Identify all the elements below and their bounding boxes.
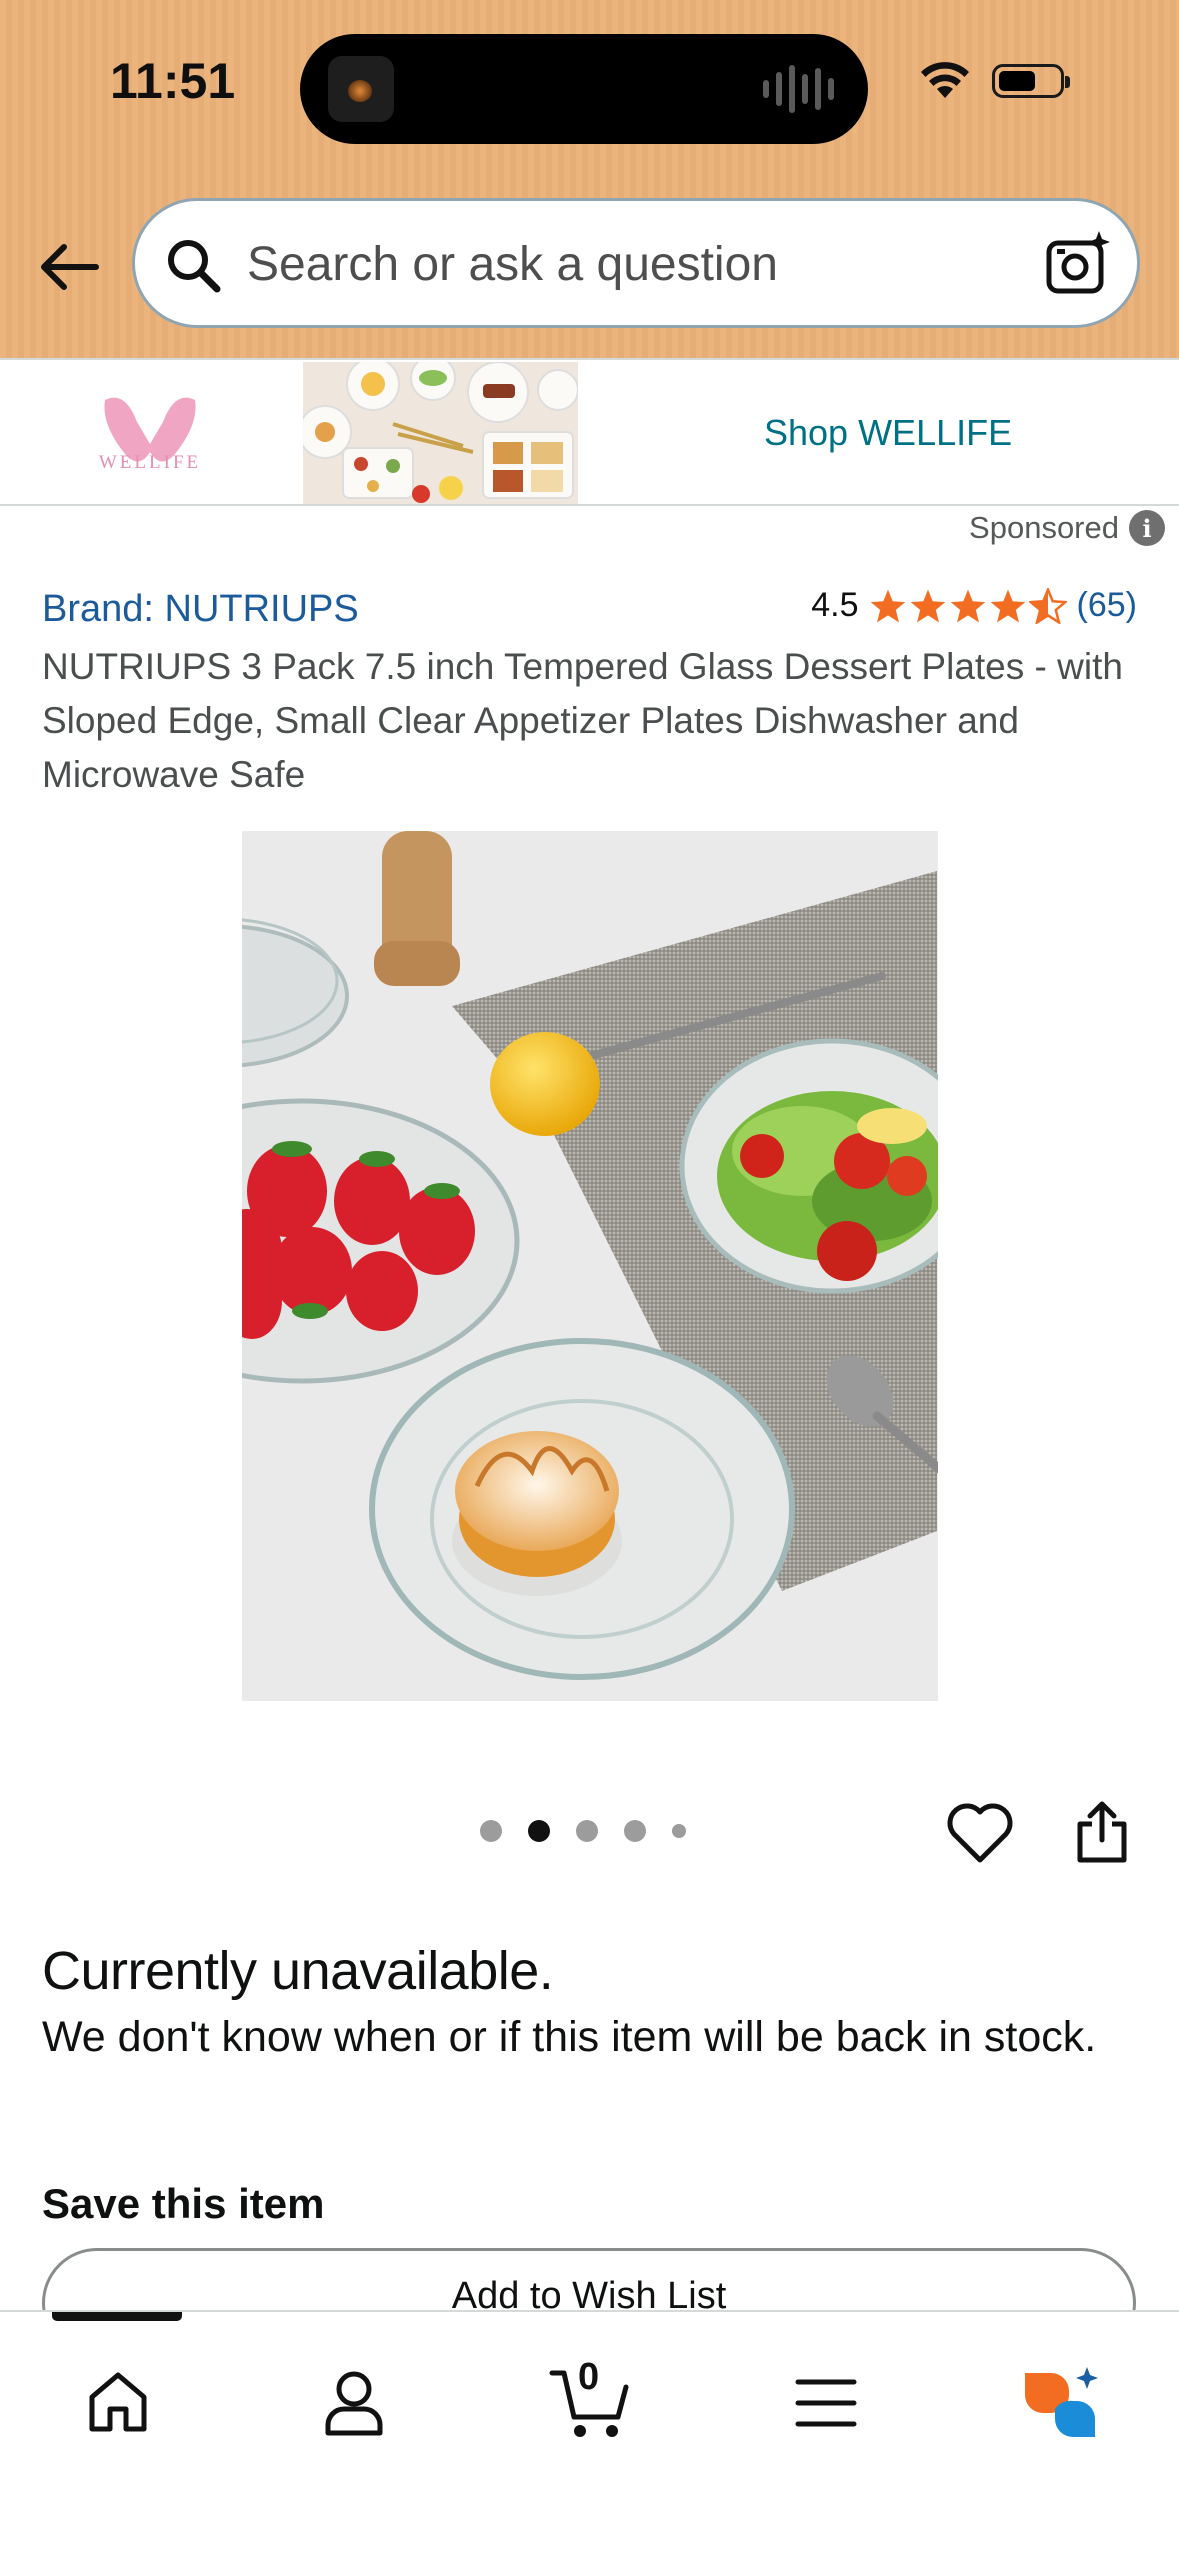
live-activity-thumbnail — [328, 56, 394, 122]
dynamic-island — [300, 34, 868, 144]
cart-count-badge: 0 — [578, 2356, 600, 2398]
tab-account[interactable] — [294, 2348, 414, 2458]
sponsored-label[interactable]: Sponsored i — [969, 510, 1165, 546]
image-carousel-indicator[interactable] — [480, 1820, 686, 1842]
menu-icon — [795, 2379, 857, 2427]
wifi-icon — [921, 62, 969, 98]
carousel-dot[interactable] — [624, 1820, 646, 1842]
star-rating — [869, 587, 1067, 624]
rating-summary[interactable]: 4.5 (65) — [811, 586, 1137, 625]
back-button[interactable] — [30, 232, 106, 302]
share-icon — [1077, 1801, 1127, 1863]
star-icon — [950, 589, 985, 622]
audio-wave-icon — [763, 64, 834, 114]
tab-cart[interactable]: 0 — [530, 2348, 650, 2458]
search-icon — [168, 240, 221, 293]
availability-message: We don't know when or if this item will … — [42, 2013, 1097, 2061]
brand-link[interactable]: Brand: NUTRIUPS — [42, 588, 359, 631]
header: 11:51 Search or ask a question — [0, 0, 1179, 358]
carousel-dot-active[interactable] — [528, 1820, 550, 1842]
rating-value: 4.5 — [811, 586, 859, 624]
account-icon — [325, 2371, 383, 2436]
carousel-dot[interactable] — [672, 1824, 686, 1838]
wishlist-heart-button[interactable] — [944, 1798, 1016, 1871]
save-item-heading: Save this item — [42, 2180, 325, 2227]
sponsored-text: Sponsored — [969, 510, 1119, 545]
status-icons — [920, 62, 1070, 100]
star-icon — [870, 589, 905, 622]
active-tab-indicator — [52, 2312, 182, 2321]
tab-rufus[interactable] — [1002, 2348, 1122, 2458]
tab-home[interactable] — [58, 2348, 178, 2458]
back-arrow-icon — [41, 244, 99, 290]
half-star-icon — [1028, 587, 1067, 624]
bottom-tab-bar: 0 — [0, 2310, 1179, 2556]
product-title: NUTRIUPS 3 Pack 7.5 inch Tempered Glass … — [42, 646, 1123, 795]
shop-brand-link[interactable]: Shop WELLIFE — [764, 412, 1012, 454]
carousel-dot[interactable] — [480, 1820, 502, 1842]
battery-icon — [992, 64, 1070, 98]
rating-count: (65) — [1076, 586, 1137, 624]
star-icon — [990, 589, 1025, 622]
status-time: 11:51 — [110, 53, 236, 109]
rufus-icon — [1025, 2367, 1098, 2437]
info-icon[interactable]: i — [1129, 510, 1165, 546]
heart-icon — [947, 1803, 1013, 1863]
share-button[interactable] — [1072, 1798, 1132, 1871]
tab-menu[interactable] — [766, 2348, 886, 2458]
wellife-logo-text: WELLIFE — [98, 452, 202, 473]
search-input[interactable]: Search or ask a question — [132, 198, 1140, 328]
availability-title: Currently unavailable. — [42, 1941, 554, 2001]
product-image[interactable] — [242, 831, 938, 1701]
home-icon — [89, 2372, 147, 2432]
camera-lens-icon[interactable] — [1043, 229, 1113, 299]
banner-image — [303, 362, 578, 504]
carousel-dot[interactable] — [576, 1820, 598, 1842]
search-placeholder: Search or ask a question — [247, 238, 778, 291]
star-icon — [910, 589, 945, 622]
sponsored-banner[interactable]: WELLIFE Shop WELLIFE — [0, 358, 1179, 506]
